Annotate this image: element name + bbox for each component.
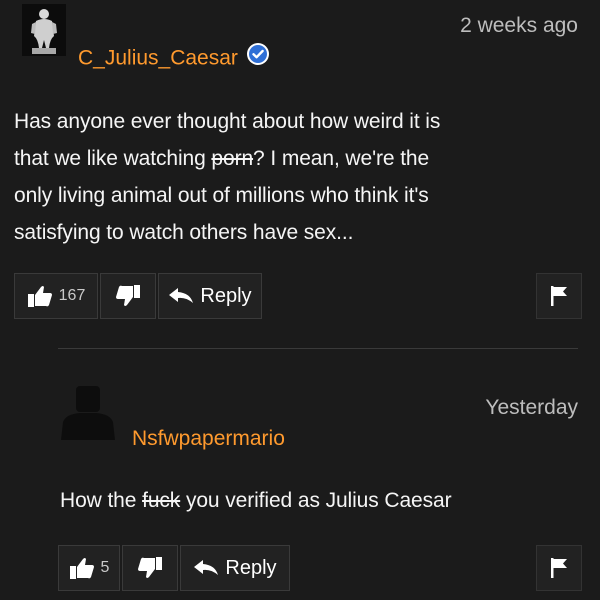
- censored-word: fuck: [142, 489, 181, 512]
- reply-arrow-icon: [194, 560, 219, 575]
- text-line-4: satisfying to watch others have sex...: [14, 221, 354, 244]
- text-line-2: that we like watching porn? I mean, we'r…: [14, 147, 430, 170]
- username[interactable]: C_Julius_Caesar: [78, 42, 270, 74]
- censored-word: porn: [211, 147, 254, 170]
- divider: [58, 348, 578, 349]
- dislike-button[interactable]: [122, 545, 178, 591]
- comment-text: How the fuck you verified as Julius Caes…: [60, 489, 452, 512]
- dislike-button[interactable]: [100, 273, 156, 319]
- like-button[interactable]: 167: [14, 273, 98, 319]
- avatar[interactable]: [22, 4, 66, 56]
- avatar[interactable]: [58, 380, 118, 440]
- text-line-3: only living animal out of millions who t…: [14, 184, 429, 207]
- text-line-1: Has anyone ever thought about how weird …: [14, 110, 441, 133]
- thumbs-up-icon: [27, 286, 52, 307]
- username[interactable]: Nsfwpapermario: [132, 427, 285, 451]
- reply-button[interactable]: Reply: [180, 545, 290, 591]
- reply-label: Reply: [225, 556, 277, 579]
- comment-actions: 5 Reply: [58, 545, 290, 591]
- timestamp: Yesterday: [485, 396, 578, 419]
- default-user-avatar-icon: [58, 380, 118, 440]
- username-text: C_Julius_Caesar: [78, 46, 238, 70]
- like-count: 5: [100, 559, 110, 576]
- statue-avatar-icon: [22, 4, 66, 56]
- like-button[interactable]: 5: [58, 545, 120, 591]
- like-count: 167: [58, 287, 86, 304]
- flag-button[interactable]: [536, 545, 582, 591]
- comment-actions: 167 Reply: [14, 273, 262, 319]
- thumbs-down-icon: [138, 557, 162, 578]
- reply-arrow-icon: [169, 288, 194, 303]
- verified-badge-icon: [246, 42, 270, 72]
- flag-icon: [551, 558, 567, 578]
- reply-button[interactable]: Reply: [158, 273, 262, 319]
- flag-icon: [551, 286, 567, 306]
- flag-button[interactable]: [536, 273, 582, 319]
- timestamp: 2 weeks ago: [460, 14, 578, 37]
- thumbs-down-icon: [116, 285, 140, 306]
- reply-label: Reply: [200, 284, 252, 307]
- thumbs-up-icon: [69, 558, 94, 579]
- comment-text: Has anyone ever thought about how weird …: [14, 103, 584, 251]
